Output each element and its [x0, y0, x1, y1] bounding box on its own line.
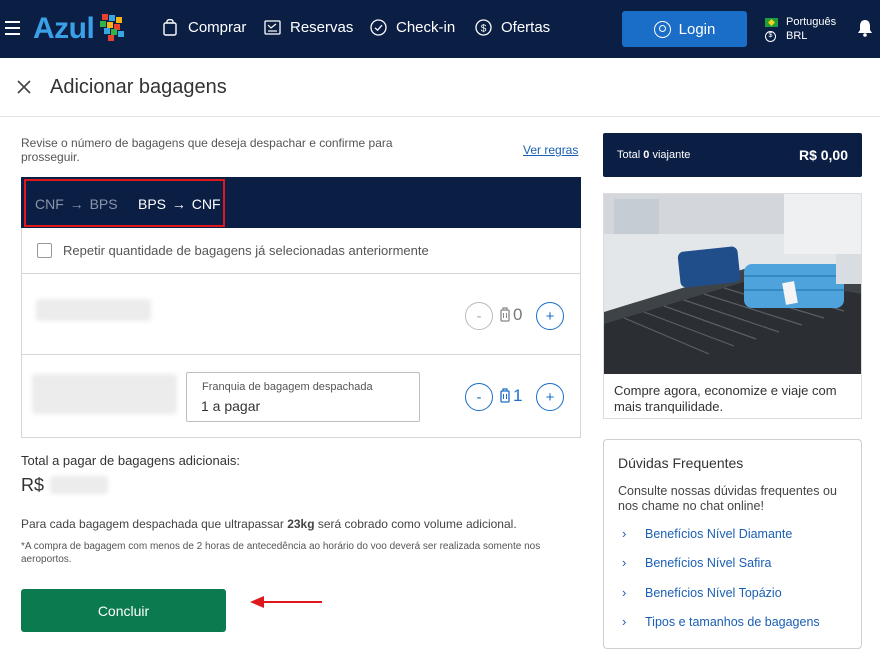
top-nav: Azul Comprar Reservas Check-in $ Ofertas…: [0, 0, 880, 58]
baggage-allowance-field: Franquia de bagagem despachada 1 a pagar: [186, 372, 420, 422]
increase-button[interactable]: +: [536, 302, 564, 330]
increase-button[interactable]: +: [536, 383, 564, 411]
language-currency-selector[interactable]: Português $ BRL: [765, 15, 836, 43]
nav-reservas-label: Reservas: [290, 18, 354, 36]
baggage-carousel-image: [604, 194, 861, 374]
airport-purchase-note: *A compra de bagagem com menos de 2 hora…: [21, 541, 541, 565]
chevron-right-icon: ›: [622, 555, 627, 570]
baggage-count: 1: [513, 386, 523, 405]
promo-text: Compre agora, economize e viaje com mais…: [614, 383, 837, 414]
travelers-total-suffix: viajante: [649, 149, 691, 161]
decrease-button[interactable]: -: [465, 302, 493, 330]
page-title: Adicionar bagagens: [50, 76, 227, 98]
faq-description: Consulte nossas dúvidas frequentes ou no…: [618, 484, 837, 513]
check-circle-icon: [369, 18, 387, 36]
chevron-right-icon: ›: [622, 585, 627, 600]
faq-card: Dúvidas Frequentes Consulte nossas dúvid…: [603, 439, 862, 649]
close-icon[interactable]: [16, 79, 32, 95]
svg-text:$: $: [480, 23, 486, 34]
allowance-label: Franquia de bagagem despachada: [202, 381, 373, 393]
blurred-passenger-name: [36, 299, 151, 321]
page-header: Adicionar bagagens: [0, 58, 880, 117]
faq-item-safira[interactable]: › Benefícios Nível Safira: [622, 555, 771, 570]
repeat-selection-label: Repetir quantidade de bagagens já seleci…: [63, 243, 429, 258]
blurred-total-amount: [50, 476, 108, 494]
annotation-arrow-icon: [250, 596, 322, 608]
logo-text: Azul: [33, 12, 95, 45]
nav-comprar-label: Comprar: [188, 18, 247, 36]
repeat-selection-row: Repetir quantidade de bagagens já seleci…: [22, 229, 580, 274]
azul-logo[interactable]: Azul: [33, 12, 126, 46]
reservations-icon: [263, 18, 281, 36]
travelers-total-prefix: Total: [617, 149, 644, 161]
faq-item-baggage-types[interactable]: › Tipos e tamanhos de bagagens: [622, 614, 820, 629]
chevron-right-icon: ›: [622, 526, 627, 541]
weight-note: Para cada bagagem despachada que ultrapa…: [21, 517, 517, 531]
chevron-right-icon: ›: [622, 614, 627, 629]
login-button[interactable]: Login: [622, 11, 747, 47]
weight-note-suffix: será cobrado como volume adicional.: [314, 517, 517, 531]
nav-reservas[interactable]: Reservas: [263, 18, 353, 36]
repeat-selection-checkbox[interactable]: [37, 243, 52, 258]
menu-icon[interactable]: [5, 21, 20, 35]
currency-label: BRL: [786, 30, 808, 42]
passenger-row: - 0 +: [22, 275, 580, 355]
bell-icon[interactable]: [857, 19, 873, 37]
faq-item-diamante[interactable]: › Benefícios Nível Diamante: [622, 526, 792, 541]
travelers-total-label: Total 0 viajante: [617, 149, 690, 161]
faq-item-label: Benefícios Nível Topázio: [645, 585, 782, 600]
faq-title: Dúvidas Frequentes: [618, 455, 744, 471]
nav-checkin-label: Check-in: [396, 18, 456, 36]
faq-item-label: Benefícios Nível Safira: [645, 555, 772, 570]
faq-item-topazio[interactable]: › Benefícios Nível Topázio: [622, 585, 782, 600]
nav-checkin[interactable]: Check-in: [369, 18, 455, 36]
blurred-passenger-name: [32, 374, 177, 414]
travelers-total-amount: R$ 0,00: [798, 147, 848, 163]
promo-card: Compre agora, economize e viaje com mais…: [603, 193, 862, 419]
travelers-total-box: Total 0 viajante R$ 0,00: [603, 133, 862, 177]
view-rules-link[interactable]: Ver regras: [523, 143, 578, 157]
annotation-highlight-box: [24, 179, 225, 227]
luggage-icon: [500, 307, 510, 322]
nav-ofertas-label: Ofertas: [501, 18, 551, 36]
conclude-button[interactable]: Concluir: [21, 589, 226, 632]
total-additional-currency: R$: [21, 475, 45, 495]
weight-note-value: 23kg: [287, 517, 315, 531]
intro-text: Revise o número de bagagens que deseja d…: [21, 136, 393, 164]
brazil-flag-icon: [765, 17, 778, 27]
allowance-value: 1 a pagar: [201, 398, 261, 414]
total-additional-label: Total a pagar de bagagens adicionais:: [21, 453, 240, 468]
decrease-button[interactable]: -: [465, 383, 493, 411]
baggage-count: 0: [513, 305, 523, 324]
faq-item-label: Tipos e tamanhos de bagagens: [645, 614, 820, 629]
passenger-row: Franquia de bagagem despachada 1 a pagar…: [22, 356, 580, 437]
logo-mosaic-icon: [98, 14, 126, 44]
language-label: Português: [786, 16, 837, 28]
nav-comprar[interactable]: Comprar: [161, 18, 246, 36]
dollar-circle-icon: $: [474, 18, 492, 36]
luggage-icon: [500, 388, 510, 403]
weight-note-prefix: Para cada bagagem despachada que ultrapa…: [21, 517, 288, 531]
login-label: Login: [678, 20, 716, 38]
user-icon: [653, 20, 671, 38]
shopping-bag-icon: [161, 18, 179, 36]
nav-ofertas[interactable]: $ Ofertas: [474, 18, 550, 36]
currency-icon: $: [765, 30, 776, 42]
faq-item-label: Benefícios Nível Diamante: [645, 526, 793, 541]
